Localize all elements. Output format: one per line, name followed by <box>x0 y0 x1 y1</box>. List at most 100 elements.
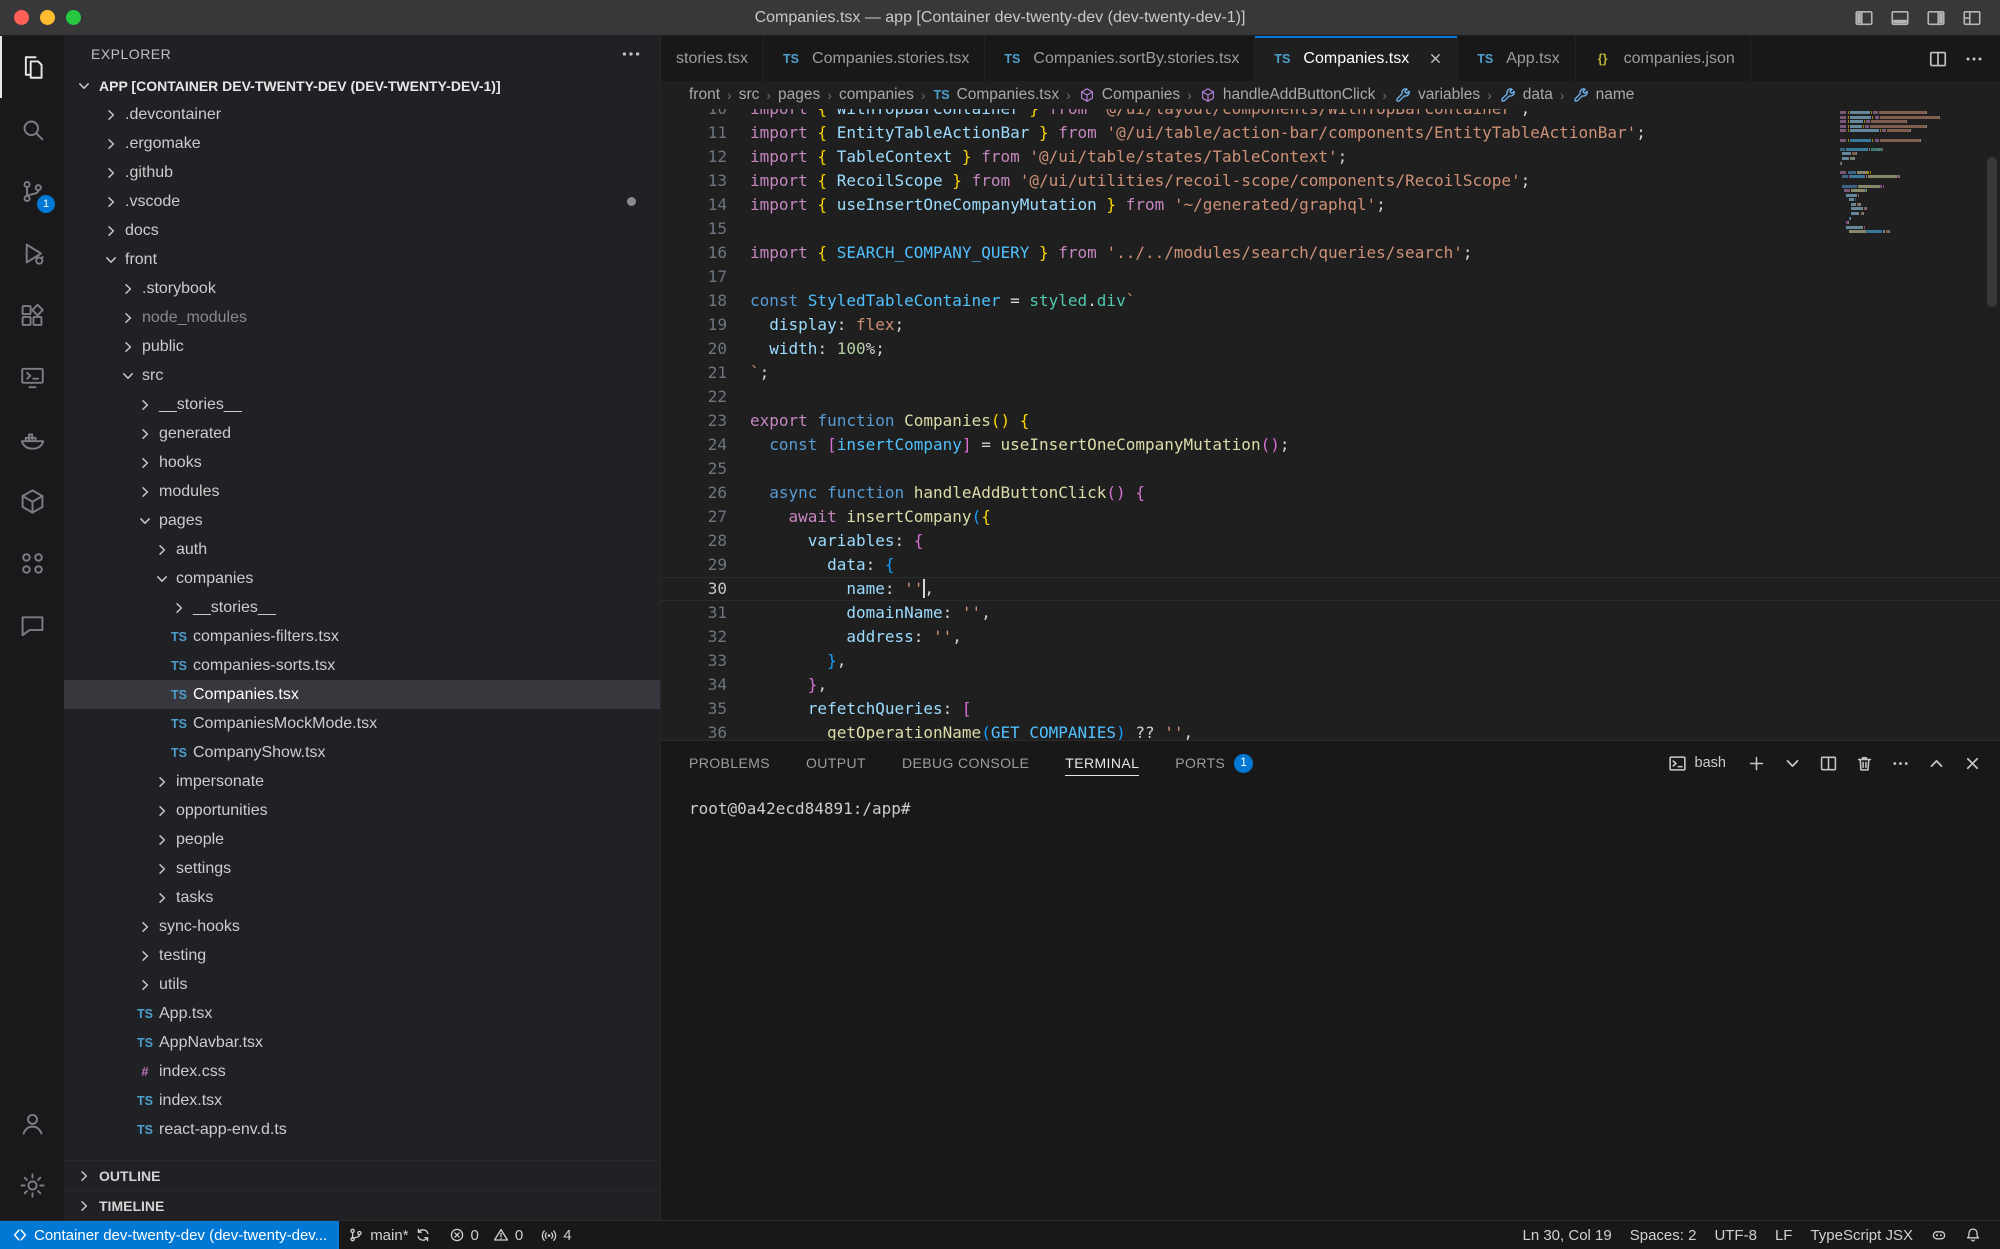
kill-terminal-icon[interactable] <box>1855 754 1874 773</box>
tree-folder-__stories__[interactable]: __stories__ <box>64 593 660 622</box>
breadcrumb-item-Companies.tsx[interactable]: TSCompanies.tsx <box>933 86 1060 104</box>
tree-file-CompaniesMockMode.tsx[interactable]: TSCompaniesMockMode.tsx <box>64 709 660 738</box>
toggle-primary-sidebar-icon[interactable] <box>1854 8 1874 28</box>
tree-file-AppNavbar.tsx[interactable]: TSAppNavbar.tsx <box>64 1028 660 1057</box>
activity-remote-explorer[interactable] <box>0 346 64 408</box>
code-line-17[interactable]: 17 <box>661 265 2000 289</box>
activity-docker[interactable] <box>0 408 64 470</box>
tree-file-react-app-env.d.ts[interactable]: TSreact-app-env.d.ts <box>64 1115 660 1144</box>
tree-file-index.tsx[interactable]: TSindex.tsx <box>64 1086 660 1115</box>
terminal-dropdown-icon[interactable] <box>1783 754 1802 773</box>
more-actions-icon[interactable] <box>620 43 642 65</box>
code-line-18[interactable]: 18const StyledTableContainer = styled.di… <box>661 289 2000 313</box>
code-editor[interactable]: 10import { WithTopBarContainer } from '@… <box>661 109 2000 740</box>
tab-stories.tsx[interactable]: stories.tsx <box>661 36 764 81</box>
maximize-panel-icon[interactable] <box>1927 754 1946 773</box>
language-mode[interactable]: TypeScript JSX <box>1801 1221 1922 1249</box>
code-line-30[interactable]: 30 name: '', <box>661 577 2000 601</box>
code-line-28[interactable]: 28 variables: { <box>661 529 2000 553</box>
code-line-29[interactable]: 29 data: { <box>661 553 2000 577</box>
timeline-section[interactable]: TIMELINE <box>64 1190 660 1220</box>
panel-tab-TERMINAL[interactable]: TERMINAL <box>1065 741 1139 785</box>
terminal[interactable]: root@0a42ecd84891:/app# <box>661 785 2000 1220</box>
close-icon[interactable] <box>1424 48 1446 70</box>
code-line-15[interactable]: 15 <box>661 217 2000 241</box>
breadcrumb-item-data[interactable]: data <box>1499 86 1553 104</box>
tree-folder-settings[interactable]: settings <box>64 854 660 883</box>
terminal-shell-selector[interactable]: bash <box>1668 754 1726 773</box>
breadcrumb-item-companies[interactable]: companies <box>839 86 914 104</box>
code-line-25[interactable]: 25 <box>661 457 2000 481</box>
tree-folder-opportunities[interactable]: opportunities <box>64 796 660 825</box>
tree-folder-people[interactable]: people <box>64 825 660 854</box>
code-line-23[interactable]: 23export function Companies() { <box>661 409 2000 433</box>
code-line-24[interactable]: 24 const [insertCompany] = useInsertOneC… <box>661 433 2000 457</box>
tree-folder-pages[interactable]: pages <box>64 506 660 535</box>
activity-dev-containers[interactable] <box>0 470 64 532</box>
more-actions-icon[interactable] <box>1964 49 1984 69</box>
close-panel-icon[interactable] <box>1963 754 1982 773</box>
tree-file-companies-filters.tsx[interactable]: TScompanies-filters.tsx <box>64 622 660 651</box>
tree-folder-generated[interactable]: generated <box>64 419 660 448</box>
code-line-26[interactable]: 26 async function handleAddButtonClick()… <box>661 481 2000 505</box>
code-line-16[interactable]: 16import { SEARCH_COMPANY_QUERY } from '… <box>661 241 2000 265</box>
tree-folder-front[interactable]: front <box>64 245 660 274</box>
tab-Companies.stories.tsx[interactable]: TSCompanies.stories.tsx <box>764 36 985 81</box>
tree-file-companies-sorts.tsx[interactable]: TScompanies-sorts.tsx <box>64 651 660 680</box>
tree-folder-public[interactable]: public <box>64 332 660 361</box>
tree-folder-testing[interactable]: testing <box>64 941 660 970</box>
tree-folder-.devcontainer[interactable]: .devcontainer <box>64 100 660 129</box>
split-editor-icon[interactable] <box>1928 49 1948 69</box>
tree-file-App.tsx[interactable]: TSApp.tsx <box>64 999 660 1028</box>
tree-folder-.vscode[interactable]: .vscode <box>64 187 660 216</box>
split-terminal-icon[interactable] <box>1819 754 1838 773</box>
breadcrumb-item-front[interactable]: front <box>689 86 720 104</box>
toggle-panel-icon[interactable] <box>1890 8 1910 28</box>
tree-folder-hooks[interactable]: hooks <box>64 448 660 477</box>
code-line-14[interactable]: 14import { useInsertOneCompanyMutation }… <box>661 193 2000 217</box>
activity-search[interactable] <box>0 98 64 160</box>
breadcrumb-item-pages[interactable]: pages <box>778 86 820 104</box>
activity-source-control[interactable]: 1 <box>0 160 64 222</box>
code-line-21[interactable]: 21`; <box>661 361 2000 385</box>
tree-folder-auth[interactable]: auth <box>64 535 660 564</box>
breadcrumb-item-Companies[interactable]: Companies <box>1078 86 1180 104</box>
tab-Companies.sortBy.stories.tsx[interactable]: TSCompanies.sortBy.stories.tsx <box>985 36 1255 81</box>
tree-folder-utils[interactable]: utils <box>64 970 660 999</box>
code-line-32[interactable]: 32 address: '', <box>661 625 2000 649</box>
tree-file-index.css[interactable]: #index.css <box>64 1057 660 1086</box>
problems-indicator[interactable]: 0 0 <box>440 1221 533 1249</box>
code-line-33[interactable]: 33 }, <box>661 649 2000 673</box>
tree-file-CompanyShow.tsx[interactable]: TSCompanyShow.tsx <box>64 738 660 767</box>
workspace-section-header[interactable]: APP [CONTAINER DEV-TWENTY-DEV (DEV-TWENT… <box>64 72 660 100</box>
code-line-34[interactable]: 34 }, <box>661 673 2000 697</box>
toggle-secondary-sidebar-icon[interactable] <box>1926 8 1946 28</box>
encoding-indicator[interactable]: UTF-8 <box>1705 1221 1766 1249</box>
activity-run-and-debug[interactable] <box>0 222 64 284</box>
code-line-11[interactable]: 11import { EntityTableActionBar } from '… <box>661 121 2000 145</box>
activity-explorer[interactable] <box>0 36 64 98</box>
indentation-indicator[interactable]: Spaces: 2 <box>1621 1221 1706 1249</box>
outline-section[interactable]: OUTLINE <box>64 1160 660 1190</box>
breadcrumb-item-variables[interactable]: variables <box>1394 86 1480 104</box>
code-line-13[interactable]: 13import { RecoilScope } from '@/ui/util… <box>661 169 2000 193</box>
tree-folder-sync-hooks[interactable]: sync-hooks <box>64 912 660 941</box>
activity-settings[interactable] <box>0 1154 64 1216</box>
tree-folder-.storybook[interactable]: .storybook <box>64 274 660 303</box>
code-line-20[interactable]: 20 width: 100%; <box>661 337 2000 361</box>
breadcrumb-item-handleAddButtonClick[interactable]: handleAddButtonClick <box>1199 86 1376 104</box>
tree-folder-companies[interactable]: companies <box>64 564 660 593</box>
customize-layout-icon[interactable] <box>1962 8 1982 28</box>
tree-folder-modules[interactable]: modules <box>64 477 660 506</box>
code-line-19[interactable]: 19 display: flex; <box>661 313 2000 337</box>
notifications-bell-icon[interactable] <box>1956 1221 1990 1249</box>
tab-companies.json[interactable]: {}companies.json <box>1576 36 1751 81</box>
tree-folder-impersonate[interactable]: impersonate <box>64 767 660 796</box>
tree-folder-tasks[interactable]: tasks <box>64 883 660 912</box>
tree-folder-node_modules[interactable]: node_modules <box>64 303 660 332</box>
breadcrumb-item-name[interactable]: name <box>1572 86 1635 104</box>
tree-folder-__stories__[interactable]: __stories__ <box>64 390 660 419</box>
panel-tab-DEBUG CONSOLE[interactable]: DEBUG CONSOLE <box>902 741 1029 785</box>
editor-scrollbar[interactable] <box>1987 157 1997 307</box>
tree-folder-docs[interactable]: docs <box>64 216 660 245</box>
